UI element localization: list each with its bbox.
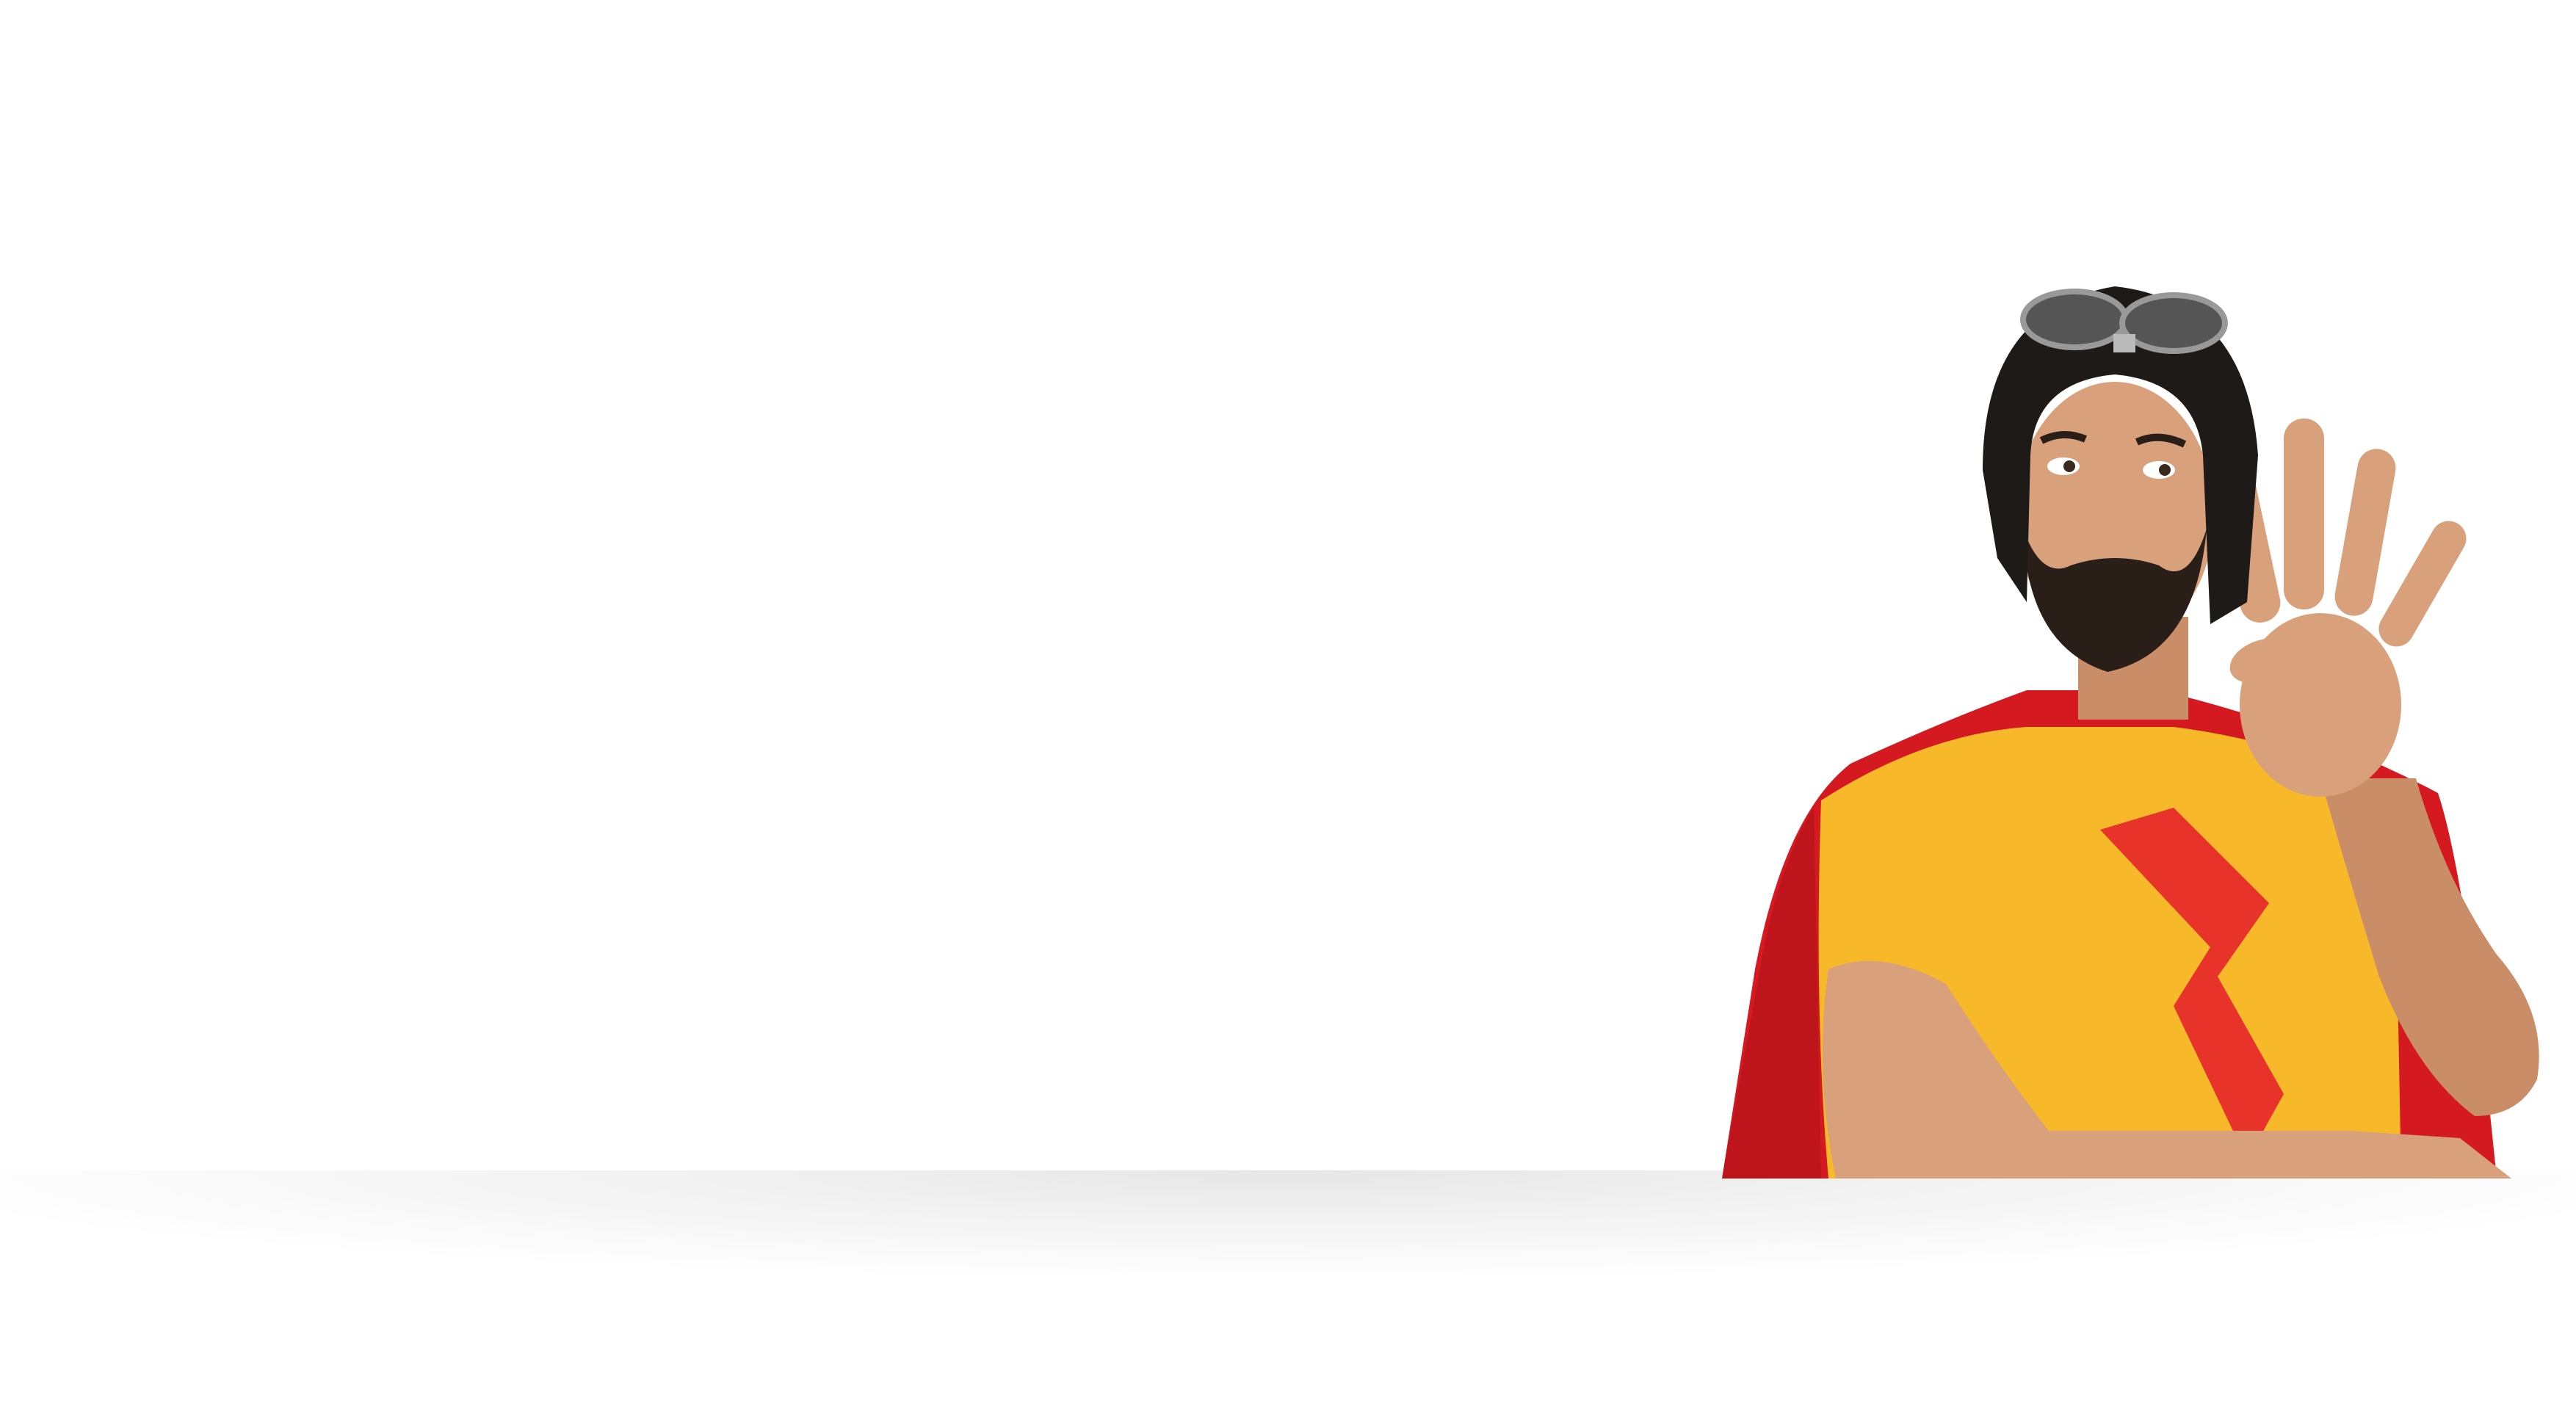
photo-stage — [0, 0, 2576, 1412]
superhero-man-photo — [1722, 286, 2539, 1179]
cape-shade — [1722, 808, 1821, 1179]
